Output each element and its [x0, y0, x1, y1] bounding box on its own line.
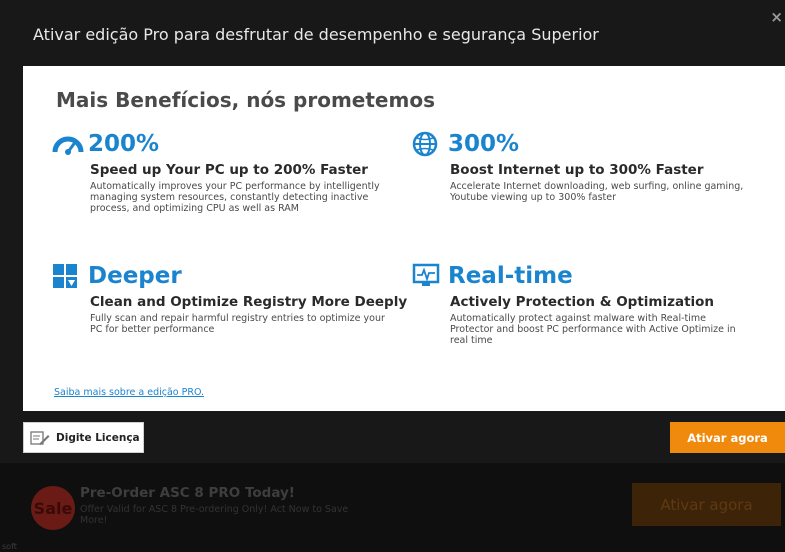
monitor-pulse-icon — [412, 263, 446, 289]
registry-blocks-icon — [52, 263, 86, 289]
globe-icon — [412, 131, 446, 157]
enter-license-button[interactable]: Digite Licença — [23, 422, 144, 453]
license-pencil-icon — [30, 430, 54, 446]
dialog-title: Ativar edição Pro para desfrutar de dese… — [33, 25, 599, 44]
benefit-realtime-title: Actively Protection & Optimization — [450, 294, 715, 310]
activate-now-button[interactable]: Ativar agora — [670, 422, 785, 453]
benefit-speed-desc: Automatically improves your PC performan… — [90, 181, 380, 214]
sale-badge: Sale — [31, 486, 75, 530]
benefit-speed-title: Speed up Your PC up to 200% Faster — [90, 162, 368, 178]
benefit-internet-title: Boost Internet up to 300% Faster — [450, 162, 704, 178]
learn-more-link[interactable]: Saiba mais sobre a edição PRO. — [54, 387, 204, 398]
enter-license-label: Digite Licença — [56, 431, 140, 444]
benefit-realtime: Real-time Actively Protection & Optimiza… — [412, 260, 736, 346]
benefit-registry: Deeper Clean and Optimize Registry More … — [52, 260, 408, 335]
benefit-realtime-desc: Automatically protect against malware wi… — [450, 313, 736, 346]
benefits-heading: Mais Benefícios, nós prometemos — [56, 88, 435, 112]
benefit-registry-value: Deeper — [88, 263, 182, 289]
pro-upgrade-dialog: Ativar edição Pro para desfrutar de dese… — [0, 0, 785, 463]
close-button[interactable]: × — [770, 8, 783, 26]
promo-activate-button: Ativar agora — [632, 483, 781, 526]
benefit-speed-value: 200% — [88, 131, 160, 157]
promo-title: Pre-Order ASC 8 PRO Today! — [80, 485, 295, 501]
preorder-promo-banner: Sale Pre-Order ASC 8 PRO Today! Offer Va… — [0, 463, 785, 552]
dialog-footer: Digite Licença Ativar agora — [0, 411, 785, 463]
benefit-realtime-value: Real-time — [448, 263, 573, 289]
benefit-registry-title: Clean and Optimize Registry More Deeply — [90, 294, 408, 310]
benefit-internet-desc: Accelerate Internet downloading, web sur… — [450, 181, 744, 203]
benefit-internet-value: 300% — [448, 131, 520, 157]
speedometer-icon — [52, 131, 86, 157]
corner-text: soft — [2, 542, 17, 551]
benefit-internet: 300% Boost Internet up to 300% Faster Ac… — [412, 128, 743, 203]
promo-description: Offer Valid for ASC 8 Pre-ordering Only!… — [80, 504, 349, 526]
benefit-registry-desc: Fully scan and repair harmful registry e… — [90, 313, 385, 335]
benefit-speed: 200% Speed up Your PC up to 200% Faster … — [52, 128, 380, 214]
benefits-panel: Mais Benefícios, nós prometemos 200% Spe… — [23, 66, 785, 411]
